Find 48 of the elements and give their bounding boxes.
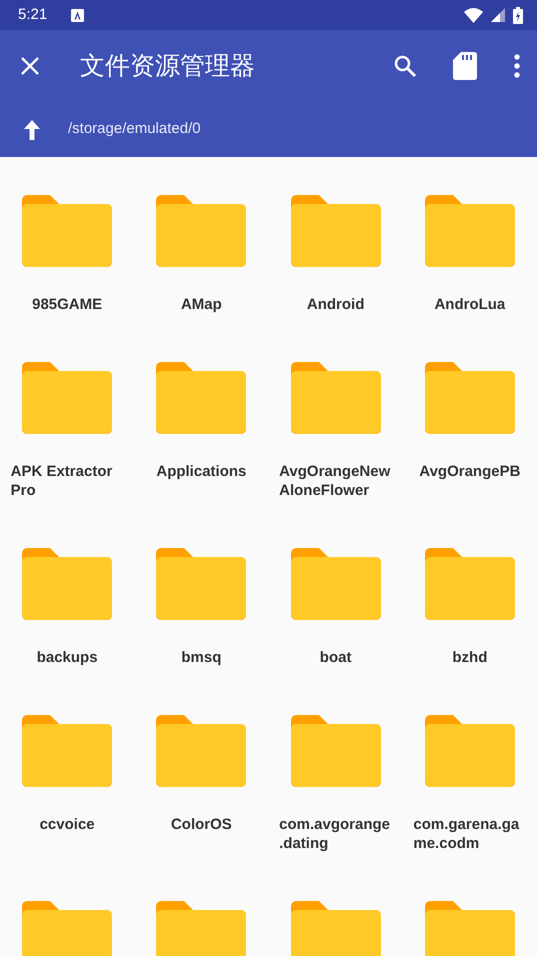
folder-icon[interactable] [22,901,112,956]
folder-icon[interactable] [290,362,381,434]
folder-icon[interactable] [424,548,515,620]
folder-name: boat [320,648,352,667]
close-icon [20,56,40,76]
up-arrow-icon [24,120,40,140]
folder-icon[interactable] [22,362,112,434]
folder-icon[interactable] [156,362,246,434]
folder-icon[interactable] [156,901,246,956]
folder-name: AMap [180,295,222,314]
folder-icon[interactable] [22,548,112,620]
folder-icon[interactable] [22,195,112,267]
signal-icon [491,8,505,22]
folder-name: ColorOS [170,815,232,834]
folder-name: ccvoice [40,815,95,834]
folder-name: AvgOrangePB [419,462,520,481]
sd-card-icon [453,52,477,80]
folder-icon[interactable] [424,195,515,267]
folder-name: APK Extractor Pro [10,462,114,500]
folder-name: bzhd [452,648,488,667]
folder-name: backups [36,648,98,667]
folder-name: AvgOrangeNewAloneFlower [279,462,392,500]
folder-icon[interactable] [156,548,246,620]
battery-icon [513,6,523,24]
folder-icon[interactable] [290,548,381,620]
path-text: /storage/emulated/0 [68,119,201,140]
folder-name: com.avgorange.dating [279,815,391,853]
folder-name: Applications [156,462,246,481]
app-title: 文件资源管理器 [80,50,255,82]
folder-icon[interactable] [156,715,246,787]
more-options-icon [513,54,521,78]
search-icon [393,54,417,78]
folder-name: AndroLua [434,295,506,314]
status-time: 5:21 [18,4,48,25]
folder-icon[interactable] [290,195,381,267]
folder-name: com.garena.game.codm [413,815,520,853]
notification-icon [71,8,84,22]
folder-name: 985GAME [32,295,102,314]
folder-name: Android [306,295,364,314]
folder-icon[interactable] [290,715,381,787]
folder-icon[interactable] [424,901,515,956]
folder-name: bmsq [181,648,222,667]
folder-icon[interactable] [156,195,246,267]
folder-icon[interactable] [424,715,515,787]
folder-icon[interactable] [22,715,112,787]
wifi-icon [464,8,483,22]
folder-icon[interactable] [290,901,381,956]
folder-icon[interactable] [424,362,515,434]
